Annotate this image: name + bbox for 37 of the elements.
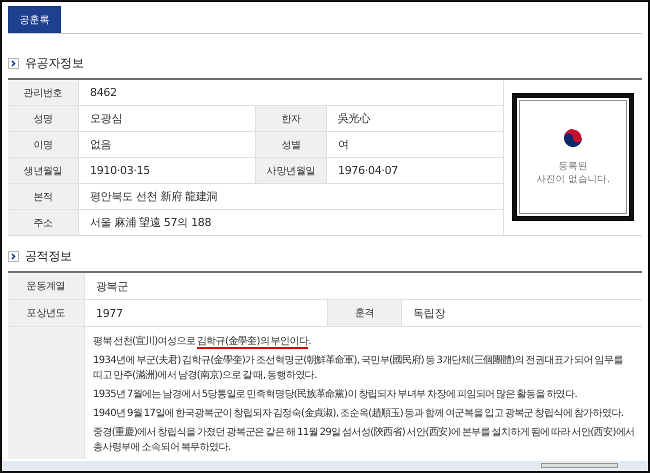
field-label: 사망년월일: [255, 158, 327, 183]
field-value: 吳光心: [337, 111, 372, 127]
paragraph: 1940년 9월 17일에 한국광복군이 창립되자 김정숙(金貞淑), 조순옥(趙順玉) 등과 함께 여군복을 입고 광복군 창립식에 참가하였다.: [93, 406, 624, 421]
tab[interactable]: 공훈록: [8, 6, 61, 33]
field-value: 1977: [95, 306, 124, 322]
field-value: 없음: [89, 137, 112, 153]
no-photo-text: 등록된 사진이 없습니다.: [536, 161, 610, 187]
chevron-icon: [8, 58, 19, 68]
field-label: 본적: [8, 184, 79, 209]
paragraph: 1934년에 부군(夫君) 김학규(金學奎)가 조선혁명군(朝鮮革命軍), 국민부(國民府) 등 3개단체(三個團體)의 전권대표가 되어 임무를 띠고 만주(滿洲)에서 남경(南京)으로 갈 때, 동행하였다.: [93, 354, 624, 383]
field-value: 1976·04·07: [337, 163, 399, 179]
field-value: 1910·03·15: [89, 163, 151, 179]
field-value: 오광심: [89, 111, 124, 127]
field-label: 한자: [255, 106, 327, 131]
field-label: 이명: [8, 132, 79, 157]
section-title: 공적정보: [25, 248, 72, 264]
paragraph: 중경(重慶)에서 창립식을 가졌던 광복군은 같은 해 11월 29일 섬서성(陝西省) 서안(西安)에 본부를 설치하게 됨에 따라 서안(西安)에서 총사령부에 소속되어 복무하였다.: [93, 426, 636, 455]
field-label: 관리번호: [8, 80, 79, 105]
field-label: 주소: [8, 210, 79, 235]
field-label: 포상년도: [8, 300, 85, 326]
field-value: 서울 麻浦 望遠 57의 188: [89, 215, 212, 231]
field-label: 훈격: [327, 300, 402, 326]
emblem-icon: [562, 127, 584, 150]
field-value: 여: [337, 137, 350, 153]
field-label: 성별: [255, 132, 327, 157]
field-value: 독립장: [412, 306, 446, 322]
section-title: 유공자정보: [25, 54, 84, 72]
field-value: 광복군: [95, 278, 130, 294]
field-value: 8462: [89, 85, 118, 101]
paragraph: 평북 선천(宣川)여성으로 김학규(金學奎)의 부인이다.: [93, 334, 312, 349]
scrollbar[interactable]: [2, 461, 648, 471]
field-label: 생년월일: [8, 158, 79, 183]
field-value: 평안북도 선천 新府 龍建洞: [89, 189, 218, 205]
chevron-icon: [8, 250, 19, 262]
field-label: 운동계열: [8, 273, 85, 299]
paragraph: 1935년 7월에는 남경에서 5당통일로 민족혁명당(民族革命黨)이 창립되자 부녀부 차장에 피임되어 많은 활동을 하였다.: [93, 388, 578, 402]
field-label: 성명: [8, 106, 79, 131]
